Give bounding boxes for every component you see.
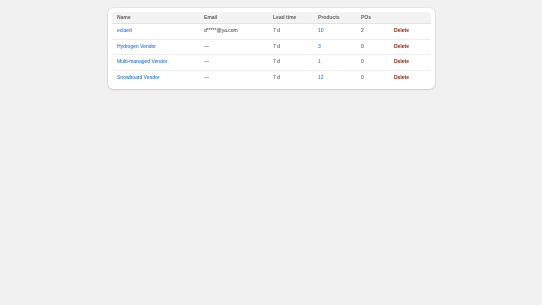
vendor-pos: 0 bbox=[356, 54, 386, 71]
vendor-products-link[interactable]: 12 bbox=[318, 75, 324, 81]
header-actions bbox=[386, 12, 431, 24]
vendor-products-link[interactable]: 1 bbox=[318, 59, 321, 65]
vendor-name-link[interactable]: Hydrogen Vendor bbox=[117, 44, 156, 50]
delete-button[interactable]: Delete bbox=[391, 43, 412, 51]
delete-button[interactable]: Delete bbox=[391, 58, 412, 66]
table-row: Snowboard Vendor — 7 d 12 0 Delete bbox=[112, 70, 431, 85]
table-row: eclaed d*****@ya.com 7 d 10 2 Delete bbox=[112, 23, 431, 40]
vendor-email: — bbox=[199, 39, 268, 56]
header-lead-time: Lead time bbox=[268, 12, 313, 24]
vendor-pos: 2 bbox=[356, 23, 386, 40]
vendor-name-link[interactable]: Multi-managed Vendor bbox=[117, 59, 167, 65]
header-email: Email bbox=[199, 12, 268, 24]
vendor-pos: 0 bbox=[356, 39, 386, 56]
table-row: Hydrogen Vendor — 7 d 3 0 Delete bbox=[112, 39, 431, 56]
vendor-lead-time: 7 d bbox=[268, 39, 313, 56]
vendor-products-link[interactable]: 3 bbox=[318, 44, 321, 50]
vendor-email: — bbox=[199, 54, 268, 71]
vendor-lead-time: 7 d bbox=[273, 75, 280, 82]
vendor-lead-time: 7 d bbox=[268, 23, 313, 40]
vendor-lead-time: 7 d bbox=[268, 54, 313, 71]
header-name: Name bbox=[112, 12, 199, 24]
vendor-name-link[interactable]: eclaed bbox=[117, 28, 132, 34]
delete-button[interactable]: Delete bbox=[391, 74, 412, 82]
vendors-table: Name Email Lead time Products POs eclaed… bbox=[112, 12, 431, 85]
vendor-email: — bbox=[204, 75, 209, 82]
header-pos: POs bbox=[356, 12, 386, 24]
header-products: Products bbox=[313, 12, 356, 24]
table-row: Multi-managed Vendor — 7 d 1 0 Delete bbox=[112, 54, 431, 71]
vendor-pos: 0 bbox=[361, 75, 364, 82]
vendor-name-link[interactable]: Snowboard Vendor bbox=[117, 75, 160, 81]
delete-button[interactable]: Delete bbox=[391, 27, 412, 35]
vendor-products-link[interactable]: 10 bbox=[318, 28, 324, 34]
vendors-card: Name Email Lead time Products POs eclaed… bbox=[108, 8, 435, 89]
table-header-row: Name Email Lead time Products POs bbox=[112, 12, 431, 24]
vendor-email: d*****@ya.com bbox=[199, 23, 268, 40]
